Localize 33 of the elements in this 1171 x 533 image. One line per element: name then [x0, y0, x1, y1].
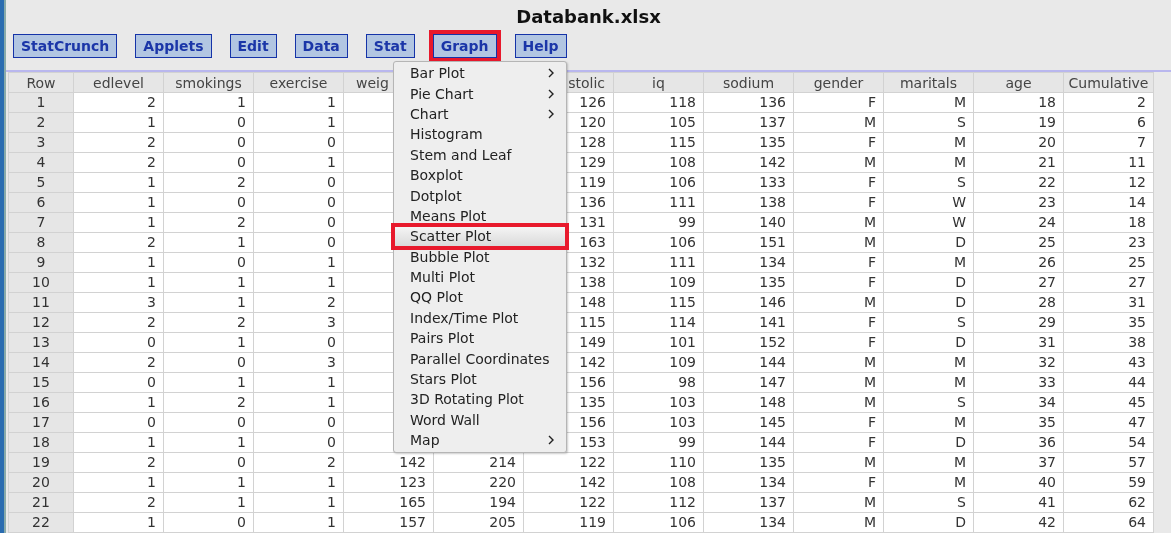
row-number: 20 [8, 472, 74, 493]
row-number: 16 [8, 392, 74, 413]
row-number: 7 [8, 212, 74, 233]
row-number: 8 [8, 232, 74, 253]
row-number: 19 [8, 452, 74, 473]
row-number: 10 [8, 272, 74, 293]
row-number: 15 [8, 372, 74, 393]
row-number: 2 [8, 112, 74, 133]
row-number: 4 [8, 152, 74, 173]
menu-button[interactable]: StatCrunch [13, 34, 118, 58]
menu-button[interactable]: Graph [432, 34, 497, 58]
menu-item[interactable]: Scatter Plot [394, 226, 566, 247]
row-number: 1 [8, 92, 74, 113]
row-number: 9 [8, 252, 74, 273]
menu-button[interactable]: Help [514, 34, 567, 58]
window-title: Databank.xlsx [516, 5, 661, 27]
row-number: 12 [8, 312, 74, 333]
row-number: 13 [8, 332, 74, 353]
row-number: 22 [8, 512, 74, 533]
column-header[interactable]: iq [652, 74, 665, 91]
row-number: 14 [8, 352, 74, 373]
menu-item[interactable]: Bar Plot [394, 63, 566, 84]
menu-button[interactable]: Data [294, 34, 348, 58]
row-number: 5 [8, 172, 74, 193]
row-number: 3 [8, 132, 74, 153]
row-number: 21 [8, 492, 74, 513]
menu-button[interactable]: Stat [365, 34, 415, 58]
row-number: 11 [8, 292, 74, 313]
menu-button[interactable]: Applets [135, 34, 212, 58]
menu-button[interactable]: Edit [229, 34, 277, 58]
row-number: 6 [8, 192, 74, 213]
row-number: 18 [8, 432, 74, 453]
row-number: 17 [8, 412, 74, 433]
